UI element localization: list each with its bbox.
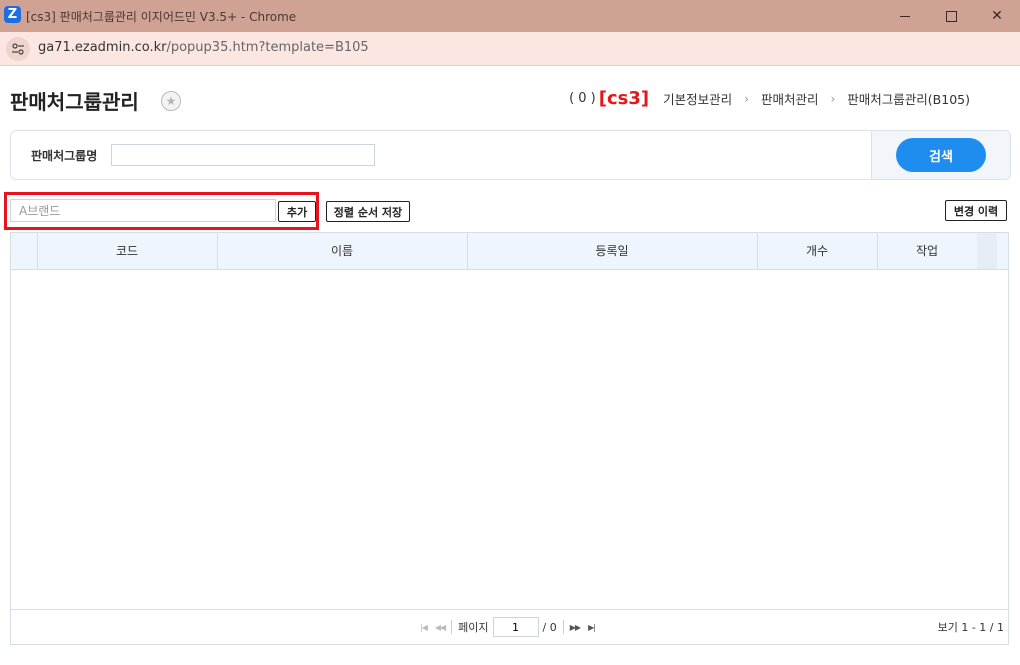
column-header-action[interactable]: 작업 xyxy=(877,233,978,269)
url-path: /popup35.htm?template=B105 xyxy=(166,40,369,55)
minimize-button[interactable] xyxy=(882,0,928,32)
next-page-icon[interactable]: ▶▶ xyxy=(570,623,581,632)
page-label: 페이지 xyxy=(458,621,489,634)
window-title: [cs3] 판매처그룹관리 이지어드민 V3.5+ - Chrome xyxy=(26,10,297,24)
grid-scrollbar-header xyxy=(977,233,997,269)
prev-page-icon[interactable]: ◀◀ xyxy=(435,623,446,632)
seller-group-name-input[interactable] xyxy=(111,144,375,166)
site-settings-icon xyxy=(12,43,24,55)
grid-header: 코드 이름 등록일 개수 작업 xyxy=(11,233,1008,270)
favorite-star-icon[interactable]: ★ xyxy=(161,91,181,111)
pager-divider xyxy=(451,620,453,634)
brand-input[interactable] xyxy=(10,199,276,222)
add-button[interactable]: 추가 xyxy=(278,201,316,222)
column-header-name[interactable]: 이름 xyxy=(217,233,468,269)
breadcrumb-item-basic-info[interactable]: 기본정보관리 xyxy=(663,89,732,108)
column-header-count[interactable]: 개수 xyxy=(757,233,878,269)
site-info-button[interactable] xyxy=(6,37,30,61)
breadcrumb-item-seller-mgmt[interactable]: 판매처관리 xyxy=(761,89,819,108)
breadcrumb-count: ( 0 ) xyxy=(569,91,596,106)
search-button-area: 검색 xyxy=(871,131,1010,179)
last-page-icon[interactable]: ▶| xyxy=(588,623,596,632)
app-logo-icon: Z xyxy=(4,6,21,23)
search-button[interactable]: 검색 xyxy=(896,138,986,172)
close-icon: ✕ xyxy=(991,8,1003,24)
maximize-button[interactable] xyxy=(928,0,974,32)
page-total: / 0 xyxy=(542,620,557,634)
seller-group-grid: 코드 이름 등록일 개수 작업 |◀ ◀◀ 페이지 / 0 ▶▶ ▶| 보기 1… xyxy=(10,232,1009,645)
pagination: |◀ ◀◀ 페이지 / 0 ▶▶ ▶| xyxy=(416,617,599,637)
column-header-reg-date[interactable]: 등록일 xyxy=(467,233,758,269)
address-bar: ga71.ezadmin.co.kr/popup35.htm?template=… xyxy=(0,32,1020,66)
change-history-button[interactable]: 변경 이력 xyxy=(945,200,1007,221)
page-number-input[interactable] xyxy=(492,617,539,637)
search-panel: 판매처그룹명 검색 xyxy=(10,130,1011,180)
minimize-icon xyxy=(900,15,910,17)
pager-divider xyxy=(562,620,564,634)
column-header-code[interactable]: 코드 xyxy=(37,233,218,269)
url-text[interactable]: ga71.ezadmin.co.kr/popup35.htm?template=… xyxy=(38,40,369,55)
breadcrumb-item-current: 판매처그룹관리(B105) xyxy=(847,92,970,107)
breadcrumb-brand: [cs3] xyxy=(598,88,650,109)
breadcrumb-separator-icon: › xyxy=(744,91,749,106)
page-title: 판매처그룹관리 xyxy=(10,90,139,114)
save-sort-order-button[interactable]: 정렬 순서 저장 xyxy=(326,201,410,222)
grid-footer: |◀ ◀◀ 페이지 / 0 ▶▶ ▶| 보기 1 - 1 / 1 xyxy=(11,609,1008,644)
window-titlebar: Z [cs3] 판매처그룹관리 이지어드민 V3.5+ - Chrome ✕ xyxy=(0,0,1020,32)
breadcrumb-separator-icon: › xyxy=(830,91,836,106)
breadcrumb: ( 0 ) [cs3] 기본정보관리 › 판매처관리 › 판매처그룹관리(B10… xyxy=(569,88,970,109)
url-host: ga71.ezadmin.co.kr xyxy=(38,40,167,55)
seller-group-name-label: 판매처그룹명 xyxy=(31,149,98,163)
maximize-icon xyxy=(945,10,957,22)
view-range-info: 보기 1 - 1 / 1 xyxy=(937,621,1004,634)
first-page-icon[interactable]: |◀ xyxy=(420,623,428,632)
grid-header-handle xyxy=(11,233,38,269)
close-button[interactable]: ✕ xyxy=(974,0,1020,32)
